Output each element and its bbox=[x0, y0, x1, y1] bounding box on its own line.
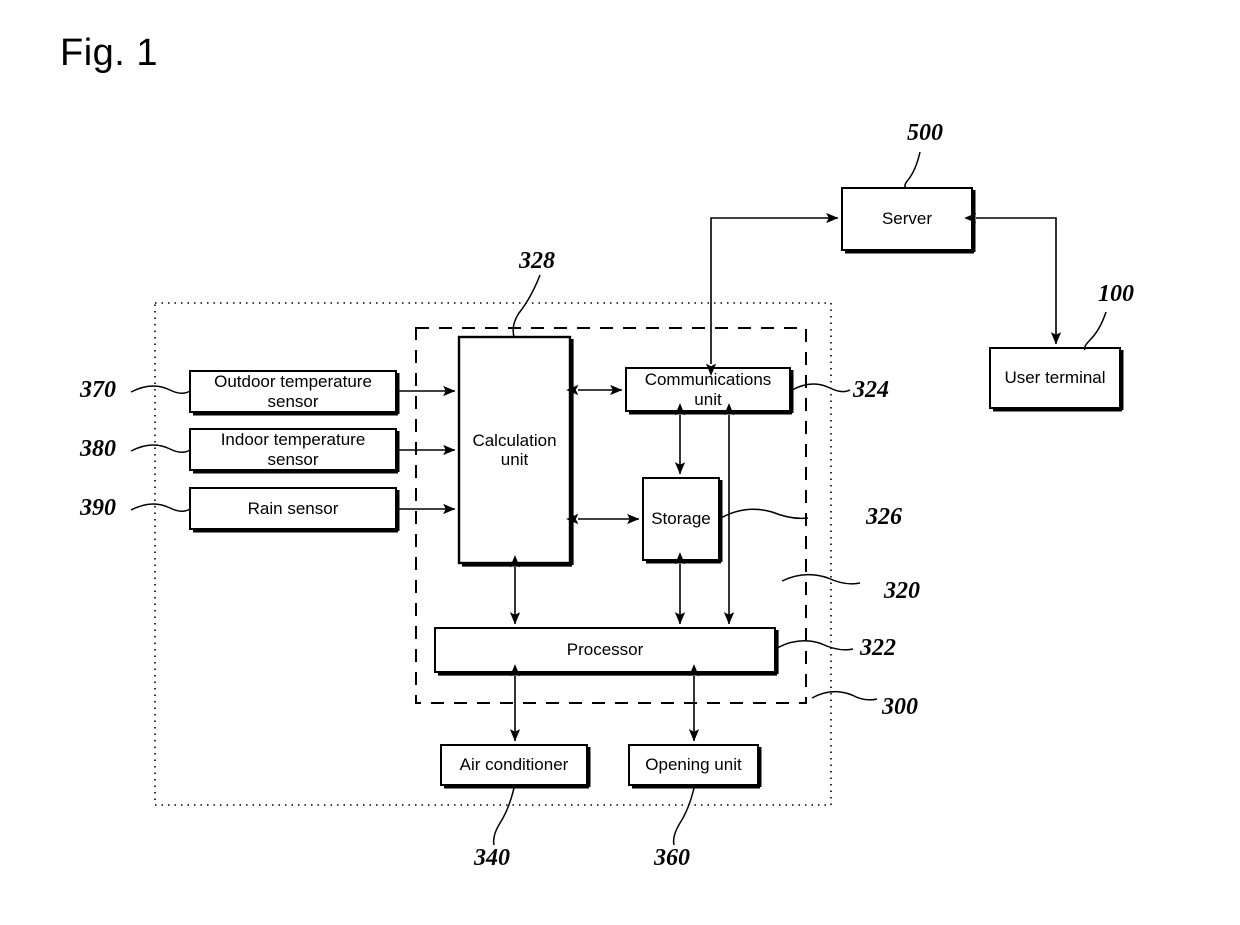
opening-unit-box bbox=[628, 744, 762, 789]
storage-box bbox=[642, 477, 723, 564]
leader-370 bbox=[130, 385, 191, 394]
outdoor-temperature-sensor-box bbox=[189, 370, 400, 416]
connector-communications-to-server bbox=[705, 212, 839, 376]
leader-322 bbox=[776, 640, 854, 651]
leader-326 bbox=[718, 508, 809, 520]
user-terminal-box bbox=[989, 347, 1124, 412]
reference-numeral-100: 100 bbox=[1098, 281, 1134, 307]
reference-numeral-360: 360 bbox=[654, 845, 690, 871]
reference-numeral-500: 500 bbox=[907, 120, 943, 146]
leader-380 bbox=[130, 444, 191, 453]
leader-324 bbox=[791, 383, 851, 393]
calculation-unit-box bbox=[457, 335, 574, 567]
leader-100 bbox=[1083, 311, 1107, 351]
reference-numeral-322: 322 bbox=[860, 635, 896, 661]
leader-390 bbox=[130, 503, 191, 512]
reference-numeral-340: 340 bbox=[474, 845, 510, 871]
indoor-temperature-sensor-box bbox=[189, 428, 400, 474]
reference-numeral-300: 300 bbox=[882, 694, 918, 720]
processor-box bbox=[434, 627, 779, 676]
diagram-canvas bbox=[130, 151, 1124, 846]
reference-numeral-328: 328 bbox=[519, 248, 555, 274]
leader-320 bbox=[781, 573, 861, 585]
reference-numeral-390: 390 bbox=[80, 495, 116, 521]
leader-340 bbox=[492, 787, 515, 846]
leader-500 bbox=[904, 151, 921, 189]
reference-numeral-324: 324 bbox=[853, 377, 889, 403]
figure-page: Fig. 1 Outdoor temperature sensor Indoor… bbox=[0, 0, 1240, 925]
communications-unit-box bbox=[625, 367, 794, 415]
leader-300 bbox=[811, 690, 878, 701]
reference-numeral-320: 320 bbox=[884, 578, 920, 604]
server-box bbox=[841, 187, 976, 254]
reference-numeral-326: 326 bbox=[866, 504, 902, 530]
connector-server-to-user-terminal bbox=[964, 212, 1062, 345]
air-conditioner-box bbox=[440, 744, 591, 789]
rain-sensor-box bbox=[189, 487, 400, 533]
leader-360 bbox=[672, 787, 695, 846]
reference-numeral-370: 370 bbox=[80, 377, 116, 403]
reference-numeral-380: 380 bbox=[80, 436, 116, 462]
